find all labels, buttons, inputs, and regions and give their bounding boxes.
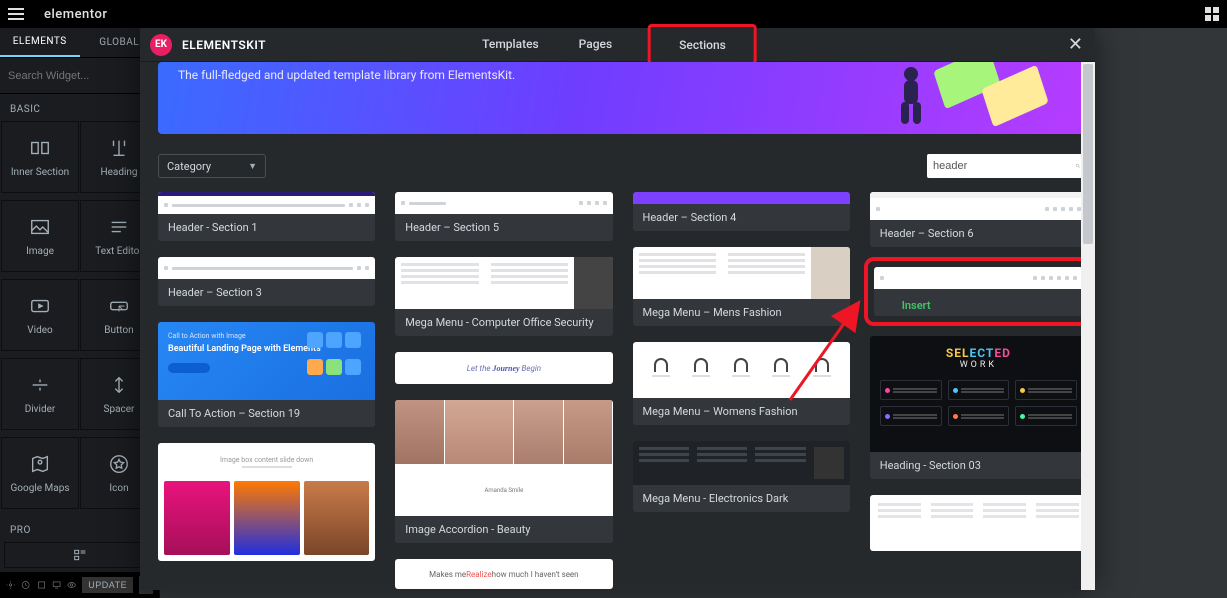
card-header-1[interactable]: Header - Section 1 bbox=[158, 192, 375, 241]
search-input[interactable] bbox=[8, 65, 151, 87]
update-button[interactable]: UPDATE bbox=[82, 577, 133, 593]
col-4: Header – Section 6 Insert bbox=[870, 192, 1087, 551]
navigator-icon[interactable] bbox=[37, 579, 46, 591]
insert-button[interactable]: Insert bbox=[874, 289, 1083, 316]
pro-label: PRO bbox=[0, 515, 159, 542]
card-header-4[interactable]: Header – Section 4 bbox=[633, 192, 850, 231]
settings-icon[interactable] bbox=[6, 579, 15, 591]
cards-area: Header - Section 1 Header – Section 3 Ca… bbox=[158, 192, 1087, 589]
modal-header: EK ELEMENTSKIT Templates Pages Sections … bbox=[140, 28, 1095, 62]
close-icon[interactable]: ✕ bbox=[1068, 34, 1083, 55]
card-realize[interactable]: Makes me Realize how much I haven't seen bbox=[395, 559, 612, 589]
text-icon bbox=[108, 216, 130, 238]
card-megamenu-computer[interactable]: Mega Menu - Computer Office Security bbox=[395, 257, 612, 336]
widget-divider[interactable]: Divider bbox=[1, 358, 79, 430]
sidebar-tabs: ELEMENTS GLOBAL bbox=[0, 28, 159, 58]
tab-templates[interactable]: Templates bbox=[478, 28, 543, 61]
columns-icon bbox=[29, 137, 51, 159]
heading-icon bbox=[108, 137, 130, 159]
card-accordion-beauty[interactable]: Amanda Smile Image Accordion - Beauty bbox=[395, 400, 612, 543]
map-icon bbox=[29, 453, 51, 475]
modal-tabs: Templates Pages Sections bbox=[478, 28, 757, 61]
bottom-bar: UPDATE ▴ bbox=[0, 572, 159, 598]
spacer-icon bbox=[108, 374, 130, 396]
search-wrap bbox=[927, 154, 1087, 178]
basic-label: BASIC bbox=[0, 94, 159, 121]
col-2: Header – Section 5 Mega Menu - Computer … bbox=[395, 192, 612, 589]
filter-row: Category ▼ bbox=[158, 154, 1087, 178]
widget-video[interactable]: Video bbox=[1, 279, 79, 351]
modal-scrollbar[interactable] bbox=[1081, 62, 1095, 590]
sidebar-search bbox=[0, 58, 159, 94]
widget-inner-section[interactable]: Inner Section bbox=[1, 121, 79, 193]
preview-icon[interactable] bbox=[67, 579, 76, 591]
card-header-5[interactable]: Header – Section 5 bbox=[395, 192, 612, 241]
widget-pro-placeholder[interactable] bbox=[4, 542, 155, 568]
tab-sections[interactable]: Sections bbox=[648, 24, 757, 65]
hero-banner: The full-fledged and updated template li… bbox=[158, 62, 1087, 134]
star-icon bbox=[108, 453, 130, 475]
elementor-topbar: elementor bbox=[0, 0, 1227, 28]
card-header-3[interactable]: Header – Section 3 bbox=[158, 257, 375, 306]
scrollbar-thumb[interactable] bbox=[1083, 64, 1093, 244]
video-icon bbox=[29, 295, 51, 317]
card-journey[interactable]: Let the Journey Begin bbox=[395, 352, 612, 384]
hero-art bbox=[887, 62, 1057, 134]
responsive-icon[interactable] bbox=[52, 579, 61, 591]
brand-label: elementor bbox=[44, 7, 107, 22]
card-hovered-insert[interactable]: Insert bbox=[874, 267, 1083, 316]
download-icon bbox=[884, 300, 896, 312]
tab-elements[interactable]: ELEMENTS bbox=[0, 28, 80, 57]
widgets-grid: Inner Section Heading Image Text Editor … bbox=[0, 121, 159, 515]
card-megamenu-mens[interactable]: Mega Menu – Mens Fashion bbox=[633, 247, 850, 326]
elementskit-modal: EK ELEMENTSKIT Templates Pages Sections … bbox=[140, 28, 1095, 590]
divider-icon bbox=[29, 374, 51, 396]
widget-google-maps[interactable]: Google Maps bbox=[1, 437, 79, 509]
modal-scroll[interactable]: The full-fledged and updated template li… bbox=[158, 62, 1087, 590]
elementskit-logo: EK bbox=[150, 34, 172, 56]
elementor-sidebar: ELEMENTS GLOBAL BASIC Inner Section Head… bbox=[0, 28, 160, 598]
button-icon bbox=[108, 295, 130, 317]
card-lightgrid[interactable] bbox=[870, 495, 1087, 551]
col-1: Header - Section 1 Header – Section 3 Ca… bbox=[158, 192, 375, 561]
menu-icon[interactable] bbox=[8, 8, 24, 20]
card-heading-03[interactable]: SELECTED WORK Heading - Secti bbox=[870, 336, 1087, 479]
card-megamenu-electronics-dark[interactable]: Mega Menu - Electronics Dark bbox=[633, 441, 850, 512]
highlighted-insert-card: Insert bbox=[864, 257, 1087, 326]
card-slide-down[interactable]: Image box content slide down bbox=[158, 443, 375, 561]
posts-icon bbox=[72, 547, 88, 563]
hero-text: The full-fledged and updated template li… bbox=[178, 62, 515, 82]
apps-icon[interactable] bbox=[1205, 7, 1219, 21]
card-header-6[interactable]: Header – Section 6 bbox=[870, 192, 1087, 247]
col-3: Header – Section 4 Mega Menu – Mens Fash… bbox=[633, 192, 850, 512]
modal-body: The full-fledged and updated template li… bbox=[140, 62, 1095, 590]
image-icon bbox=[29, 216, 51, 238]
tab-pages[interactable]: Pages bbox=[575, 28, 616, 61]
history-icon[interactable] bbox=[21, 579, 30, 591]
widget-image[interactable]: Image bbox=[1, 200, 79, 272]
card-cta-19[interactable]: Call to Action with Image Beautiful Land… bbox=[158, 322, 375, 427]
card-megamenu-womens[interactable]: Mega Menu – Womens Fashion bbox=[633, 342, 850, 425]
chevron-down-icon: ▼ bbox=[248, 161, 257, 172]
person-icon bbox=[891, 62, 941, 132]
category-select[interactable]: Category ▼ bbox=[158, 154, 266, 178]
template-search-input[interactable] bbox=[933, 160, 1075, 172]
modal-title: ELEMENTSKIT bbox=[182, 38, 266, 52]
